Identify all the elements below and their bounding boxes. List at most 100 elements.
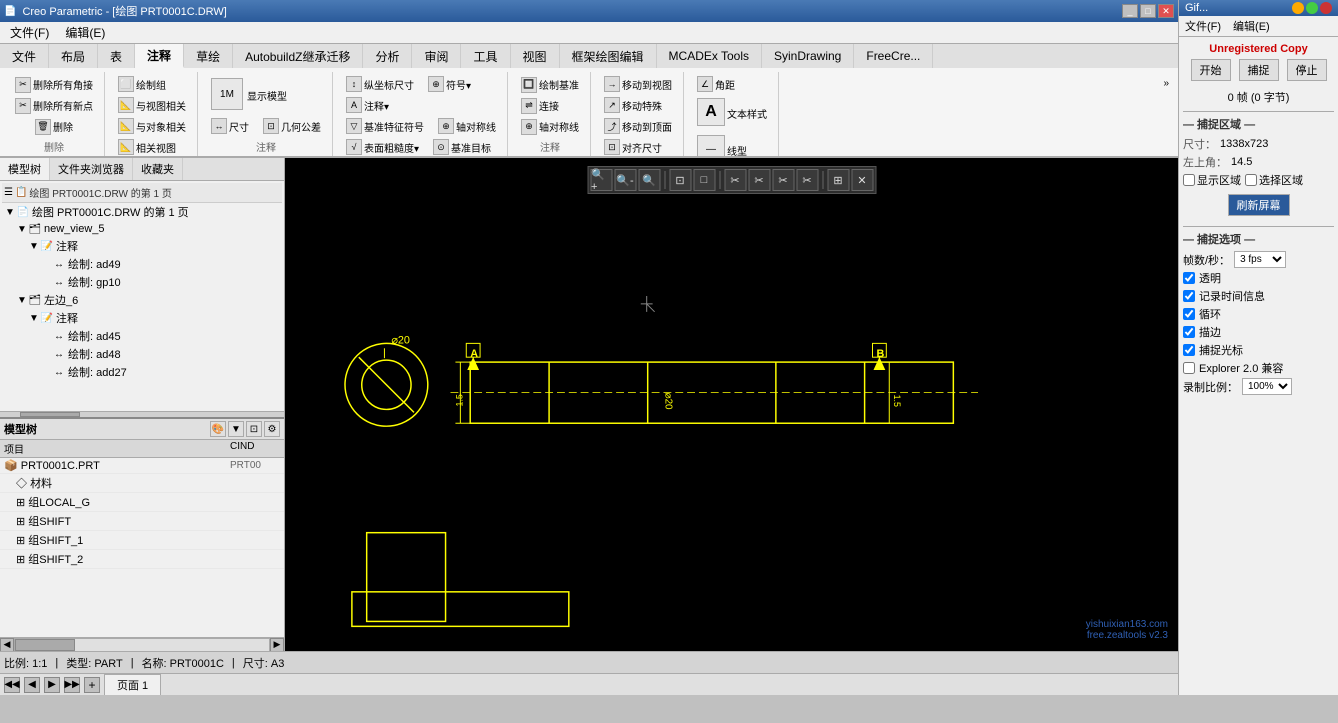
zoom-out-btn[interactable]: 🔍- [614, 169, 636, 191]
btn-note[interactable]: A 注释▾ [341, 95, 394, 115]
explorer-compat-checkbox[interactable] [1183, 362, 1195, 374]
tree-item-ad49[interactable]: ▼ ↔ 绘制: ad49 [2, 255, 282, 273]
tree-item-add27[interactable]: ▼ ↔ 绘制: add27 [2, 363, 282, 381]
btn-stop-record[interactable]: 停止 [1287, 59, 1327, 81]
gif-minimize-btn[interactable] [1292, 2, 1304, 14]
gif-menu-edit[interactable]: 编辑(E) [1227, 16, 1276, 36]
hscroll-track[interactable] [14, 638, 270, 652]
btn-move-to-view[interactable]: → 移动到视图 [599, 74, 677, 94]
model-tree-settings-btn[interactable]: ⚙ [264, 421, 280, 437]
btn-axis-sym[interactable]: ⊕ 轴对称线 [433, 116, 501, 136]
page-tab-1[interactable]: 页面 1 [104, 674, 161, 695]
btn-move-to-top[interactable]: ⤴ 移动到顶面 [599, 116, 677, 136]
page-add-btn[interactable]: + [84, 677, 100, 693]
maximize-button[interactable]: □ [1140, 4, 1156, 18]
expand-ad49[interactable]: ▼ [40, 258, 52, 270]
select-region-checkbox[interactable] [1245, 174, 1257, 186]
model-row-local-g[interactable]: ⊞ 组LOCAL_G [0, 493, 284, 512]
btn-remove-all-newpts[interactable]: ✂ 删除所有新点 [10, 96, 98, 116]
btn-align-dim[interactable]: ⊡ 对齐尺寸 [599, 137, 667, 157]
close-canvas-btn[interactable]: ✕ [851, 169, 873, 191]
btn-text-style[interactable]: A 文本样式 [692, 95, 772, 131]
tree-expand-all[interactable]: ☰ [4, 187, 13, 198]
tab-analysis[interactable]: 分析 [363, 44, 412, 68]
tab-freecre[interactable]: FreeCre... [854, 44, 933, 68]
model-row-shift2[interactable]: ⊞ 组SHIFT_2 [0, 550, 284, 569]
tree-item-ann1[interactable]: ▼ 📝 注释 [2, 237, 282, 255]
btn-refresh-screen[interactable]: 刷新屏幕 [1228, 194, 1290, 216]
btn-datum-feature[interactable]: ▽ 基准特征符号 [341, 116, 429, 136]
btn-symbol[interactable]: ⊕ 符号▾ [423, 74, 476, 94]
tab-layout[interactable]: 布局 [49, 44, 98, 68]
window-btn[interactable]: □ [693, 169, 715, 191]
zoom-fit-btn[interactable]: 🔍 [638, 169, 660, 191]
pan-btn[interactable]: ⊡ [669, 169, 691, 191]
close-button[interactable]: ✕ [1158, 4, 1174, 18]
page-last-btn[interactable]: ▶▶ [64, 677, 80, 693]
btn-ordinate-dim[interactable]: ↕ 纵坐标尺寸 [341, 74, 419, 94]
tab-frame-edit[interactable]: 框架绘图编辑 [560, 44, 657, 68]
tab-favorites[interactable]: 收藏夹 [133, 158, 183, 180]
tab-syindrawing[interactable]: SyinDrawing [762, 44, 854, 68]
btn-related-to-obj[interactable]: 📐 与对象相关 [113, 116, 191, 136]
model-row-shift[interactable]: ⊞ 组SHIFT [0, 512, 284, 531]
tool2-btn[interactable]: ✂ [748, 169, 770, 191]
model-tree-cols-btn[interactable]: ⊡ [246, 421, 262, 437]
record-time-checkbox[interactable] [1183, 290, 1195, 302]
page-first-btn[interactable]: ◀◀ [4, 677, 20, 693]
btn-delete[interactable]: 🗑 删除 [30, 117, 78, 137]
capture-cursor-checkbox[interactable] [1183, 344, 1195, 356]
tree-item-ann2[interactable]: ▼ 📝 注释 [2, 309, 282, 327]
expand-ann2[interactable]: ▼ [28, 312, 40, 324]
scroll-left-btn[interactable]: ◀ [0, 638, 14, 652]
tab-autobuildz[interactable]: AutobuildZ继承迁移 [233, 44, 363, 68]
model-row-material[interactable]: ◇ 材料 [0, 474, 284, 493]
tab-view[interactable]: 视图 [511, 44, 560, 68]
btn-draw-group[interactable]: ⬜ 绘制组 [113, 74, 171, 94]
btn-line-style[interactable]: — 线型 [692, 132, 752, 158]
btn-remove-all-angles[interactable]: ✂ 删除所有角接 [10, 75, 98, 95]
transparent-checkbox[interactable] [1183, 272, 1195, 284]
model-tree-color-btn[interactable]: 🎨 [210, 421, 226, 437]
btn-connect[interactable]: ⇌ 连接 [516, 96, 564, 116]
tab-tools[interactable]: 工具 [461, 44, 510, 68]
scroll-right-btn[interactable]: ▶ [270, 638, 284, 652]
tab-annotation[interactable]: 注释 [135, 44, 184, 68]
tab-mcadex[interactable]: MCADEx Tools [657, 44, 762, 68]
model-row-shift1[interactable]: ⊞ 组SHIFT_1 [0, 531, 284, 550]
tab-model-tree[interactable]: 模型树 [0, 158, 50, 180]
btn-capture[interactable]: 捕捉 [1239, 59, 1279, 81]
grid-btn[interactable]: ⊞ [827, 169, 849, 191]
model-tree-filter-btn[interactable]: ▼ [228, 421, 244, 437]
expand-view1[interactable]: ▼ [16, 223, 28, 235]
btn-move-special[interactable]: ↗ 移动特殊 [599, 95, 667, 115]
btn-geotol[interactable]: ⊡ 几何公差 [258, 116, 326, 136]
tree-item-view1[interactable]: ▼ 🗂 new_view_5 [2, 221, 282, 237]
btn-datum-target[interactable]: ⊙ 基准目标 [428, 137, 496, 157]
menu-file[interactable]: 文件(F) [2, 22, 57, 43]
gif-menu-file[interactable]: 文件(F) [1179, 16, 1227, 36]
left-panel-hscroll[interactable]: ◀ ▶ [0, 637, 284, 651]
tool4-btn[interactable]: ✂ [796, 169, 818, 191]
tab-sketch[interactable]: 草绘 [184, 44, 233, 68]
gif-maximize-btn[interactable] [1306, 2, 1318, 14]
expand-view2[interactable]: ▼ [16, 294, 28, 306]
tab-table[interactable]: 表 [98, 44, 135, 68]
model-row-prt[interactable]: 📦 PRT0001C.PRT PRT00 [0, 458, 284, 474]
tree-item-root[interactable]: ▼ 📄 绘图 PRT0001C.DRW 的第 1 页 [2, 203, 282, 221]
btn-draw-datum[interactable]: 🔲 绘制基准 [516, 75, 584, 95]
tab-review[interactable]: 审阅 [412, 44, 461, 68]
btn-start-record[interactable]: 开始 [1191, 59, 1231, 81]
tool1-btn[interactable]: ✂ [724, 169, 746, 191]
tree-item-ad48[interactable]: ▼ ↔ 绘制: ad48 [2, 345, 282, 363]
cursor-border-checkbox[interactable] [1183, 326, 1195, 338]
expand-ann1[interactable]: ▼ [28, 240, 40, 252]
tree-item-gp10[interactable]: ▼ ↔ 绘制: gp10 [2, 273, 282, 291]
record-scale-select[interactable]: 100% 75% 50% [1242, 378, 1292, 395]
tree-item-ad45[interactable]: ▼ ↔ 绘制: ad45 [2, 327, 282, 345]
tab-folder-browser[interactable]: 文件夹浏览器 [50, 158, 133, 180]
page-prev-btn[interactable]: ◀ [24, 677, 40, 693]
tab-file[interactable]: 文件 [0, 44, 49, 68]
expand-root[interactable]: ▼ [4, 206, 16, 218]
menu-edit[interactable]: 编辑(E) [57, 22, 113, 43]
